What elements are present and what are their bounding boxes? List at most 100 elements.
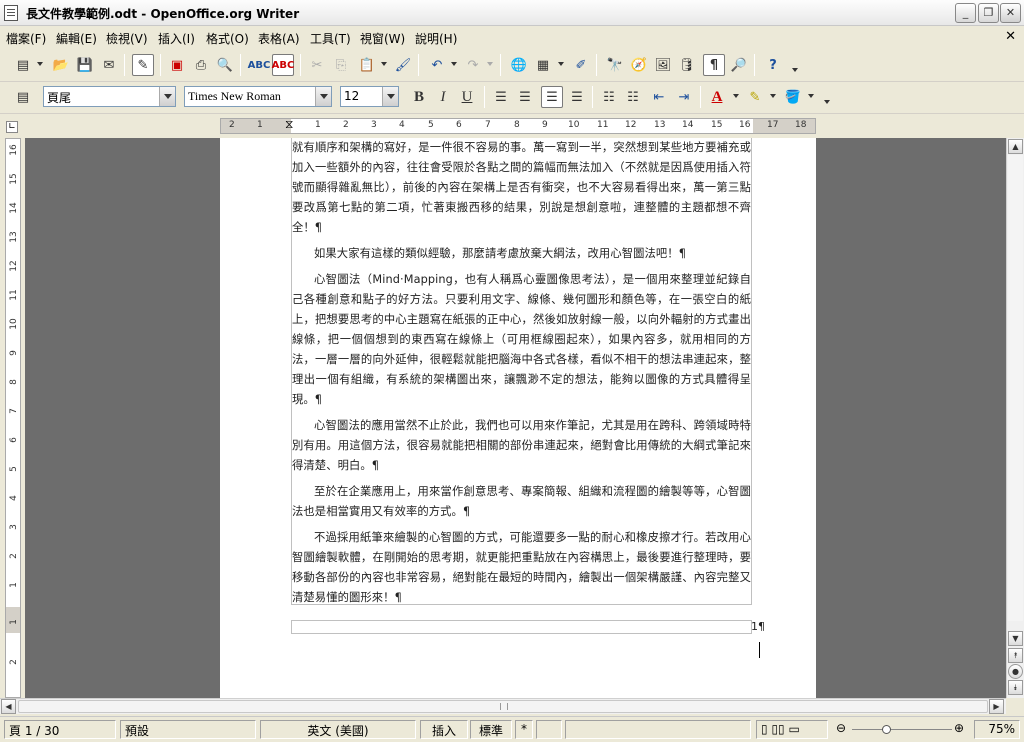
draw-functions-icon[interactable]: ✐ — [570, 54, 592, 76]
bullets-icon[interactable]: ☷ — [622, 86, 644, 108]
highlight-dropdown-icon[interactable] — [770, 94, 776, 98]
multi-page-view-icon[interactable]: ▯▯ — [771, 722, 784, 736]
table-icon[interactable]: ▦ — [532, 54, 554, 76]
menu-edit[interactable]: 編輯(E) — [56, 30, 97, 47]
gallery-icon[interactable]: 🖼 — [652, 54, 674, 76]
align-center-icon[interactable]: ☰ — [514, 86, 536, 108]
menu-window[interactable]: 視窗(W) — [360, 30, 405, 47]
redo-dropdown-icon[interactable] — [487, 62, 493, 66]
document-page[interactable]: 就有順序和架構的寫好，是一件很不容易的事。萬一寫到一半，突然想到某些地方要補充或… — [220, 138, 816, 698]
bold-icon[interactable]: B — [408, 86, 430, 108]
navigator-icon[interactable]: 🧭 — [628, 54, 650, 76]
page-indicator[interactable]: 頁 1 / 30 — [4, 720, 116, 739]
ruler-scale[interactable]: 2 1 ⧖ 1 2 3 4 5 6 7 8 9 10 11 12 13 14 1… — [220, 117, 816, 134]
page-footer[interactable]: 1¶ — [291, 620, 765, 634]
toolbar-options-icon[interactable] — [792, 68, 798, 72]
indent-marker-icon[interactable]: ⧖ — [285, 117, 293, 132]
paragraph[interactable]: 至於在企業應用上，用來當作創意思考、專案簡報、組織和流程圖的繪製等等，心智圖法也… — [292, 482, 751, 522]
menu-insert[interactable]: 插入(I) — [158, 30, 195, 47]
find-replace-icon[interactable]: 🔭 — [604, 54, 626, 76]
align-right-icon[interactable]: ☰ — [541, 86, 563, 108]
view-layout-buttons[interactable]: ▯ ▯▯ ▭ — [756, 720, 828, 739]
table-dropdown-icon[interactable] — [558, 62, 564, 66]
scroll-up-icon[interactable]: ▲ — [1008, 139, 1023, 154]
paragraph[interactable]: 如果大家有這樣的類似經驗，那麼請考慮放棄大綱法，改用心智圖法吧！¶ — [292, 244, 751, 264]
undo-icon[interactable]: ↶ — [426, 54, 448, 76]
paste-dropdown-icon[interactable] — [381, 62, 387, 66]
font-color-icon[interactable]: A — [706, 86, 728, 108]
font-color-dropdown-icon[interactable] — [733, 94, 739, 98]
zoom-icon[interactable]: 🔎 — [728, 54, 750, 76]
zoom-level[interactable]: 75% — [974, 720, 1020, 739]
background-color-icon[interactable]: 🪣 — [782, 86, 804, 108]
numbering-icon[interactable]: ☷ — [598, 86, 620, 108]
restore-button[interactable]: ❐ — [978, 3, 999, 23]
scroll-left-icon[interactable]: ◀ — [1, 699, 16, 714]
spellcheck-icon[interactable]: ABC — [248, 54, 271, 76]
data-sources-icon[interactable]: 🛢 — [676, 54, 698, 76]
text-body[interactable]: 就有順序和架構的寫好，是一件很不容易的事。萬一寫到一半，突然想到某些地方要補充或… — [291, 138, 752, 605]
new-document-icon[interactable]: ▤ — [12, 54, 34, 76]
vertical-scrollbar[interactable]: ▲ ▼ ⯭ ● ⯯ — [1006, 138, 1024, 698]
hyperlink-icon[interactable]: 🌐 — [508, 54, 530, 76]
horizontal-scroll-thumb[interactable] — [18, 700, 988, 713]
chevron-down-icon[interactable] — [382, 87, 398, 106]
help-icon[interactable]: ? — [762, 54, 784, 76]
page-number-field[interactable]: 1¶ — [751, 620, 765, 633]
zoom-in-icon[interactable]: ⊕ — [954, 721, 964, 735]
scroll-right-icon[interactable]: ▶ — [989, 699, 1004, 714]
close-document-icon[interactable]: ✕ — [1005, 29, 1016, 44]
single-page-view-icon[interactable]: ▯ — [761, 722, 768, 736]
decrease-indent-icon[interactable]: ⇤ — [648, 86, 670, 108]
insert-mode-indicator[interactable]: 插入 — [420, 720, 468, 739]
vertical-ruler-scale[interactable]: 16 15 14 13 12 11 10 9 8 7 6 5 4 3 2 1 1… — [5, 138, 21, 698]
edit-file-icon[interactable]: ✎ — [132, 54, 154, 76]
format-paintbrush-icon[interactable]: 🖌 — [392, 54, 414, 76]
menu-file[interactable]: 檔案(F) — [6, 30, 46, 47]
scroll-down-icon[interactable]: ▼ — [1008, 631, 1023, 646]
menu-format[interactable]: 格式(O) — [206, 30, 249, 47]
next-page-icon[interactable]: ⯯ — [1008, 680, 1023, 695]
font-name-combo[interactable]: Times New Roman — [184, 86, 332, 107]
toolbar-options-icon[interactable] — [824, 100, 830, 104]
paragraph[interactable]: 不過採用紙筆來繪製的心智圖的方式，可能還要多一點的耐心和橡皮擦才行。若改用心智圖… — [292, 528, 751, 608]
italic-icon[interactable]: I — [432, 86, 454, 108]
zoom-slider[interactable]: ⊖ ⊕ — [834, 721, 970, 737]
copy-icon[interactable]: ⎘ — [330, 54, 352, 76]
page-preview-icon[interactable]: 🔍 — [214, 54, 236, 76]
close-window-button[interactable]: ✕ — [1000, 3, 1021, 23]
save-icon[interactable]: 💾 — [74, 54, 96, 76]
formatting-marks-icon[interactable]: ¶ — [703, 54, 725, 76]
chevron-down-icon[interactable] — [315, 87, 331, 106]
open-folder-icon[interactable]: 📂 — [50, 54, 72, 76]
email-icon[interactable]: ✉ — [98, 54, 120, 76]
chevron-down-icon[interactable] — [159, 87, 175, 106]
cut-icon[interactable]: ✂ — [306, 54, 328, 76]
digital-signature-field[interactable] — [536, 720, 562, 739]
menu-help[interactable]: 說明(H) — [415, 30, 457, 47]
book-view-icon[interactable]: ▭ — [788, 722, 799, 736]
zoom-out-icon[interactable]: ⊖ — [836, 721, 846, 735]
menu-view[interactable]: 檢視(V) — [106, 30, 148, 47]
selection-mode-indicator[interactable]: 標準 — [470, 720, 512, 739]
document-area[interactable]: 就有順序和架構的寫好，是一件很不容易的事。萬一寫到一半，突然想到某些地方要補充或… — [25, 138, 1006, 698]
menu-tools[interactable]: 工具(T) — [310, 30, 351, 47]
tab-stop-selector[interactable]: ∟ — [6, 121, 18, 133]
minimize-button[interactable]: _ — [955, 3, 976, 23]
menu-table[interactable]: 表格(A) — [258, 30, 300, 47]
justify-icon[interactable]: ☰ — [566, 86, 588, 108]
zoom-slider-handle[interactable] — [882, 725, 891, 734]
styles-formatting-icon[interactable]: ▤ — [12, 86, 34, 108]
export-pdf-icon[interactable]: ▣ — [166, 54, 188, 76]
paragraph[interactable]: 就有順序和架構的寫好，是一件很不容易的事。萬一寫到一半，突然想到某些地方要補充或… — [292, 138, 751, 238]
horizontal-scrollbar[interactable]: ◀ ▶ — [0, 698, 1006, 714]
font-size-combo[interactable]: 12 — [340, 86, 399, 107]
autospellcheck-icon[interactable]: ABC — [272, 54, 294, 76]
navigation-icon[interactable]: ● — [1008, 664, 1023, 679]
previous-page-icon[interactable]: ⯭ — [1008, 648, 1023, 663]
redo-icon[interactable]: ↷ — [462, 54, 484, 76]
undo-dropdown-icon[interactable] — [451, 62, 457, 66]
background-dropdown-icon[interactable] — [808, 94, 814, 98]
underline-icon[interactable]: U — [456, 86, 478, 108]
language-indicator[interactable]: 英文 (美國) — [260, 720, 416, 739]
